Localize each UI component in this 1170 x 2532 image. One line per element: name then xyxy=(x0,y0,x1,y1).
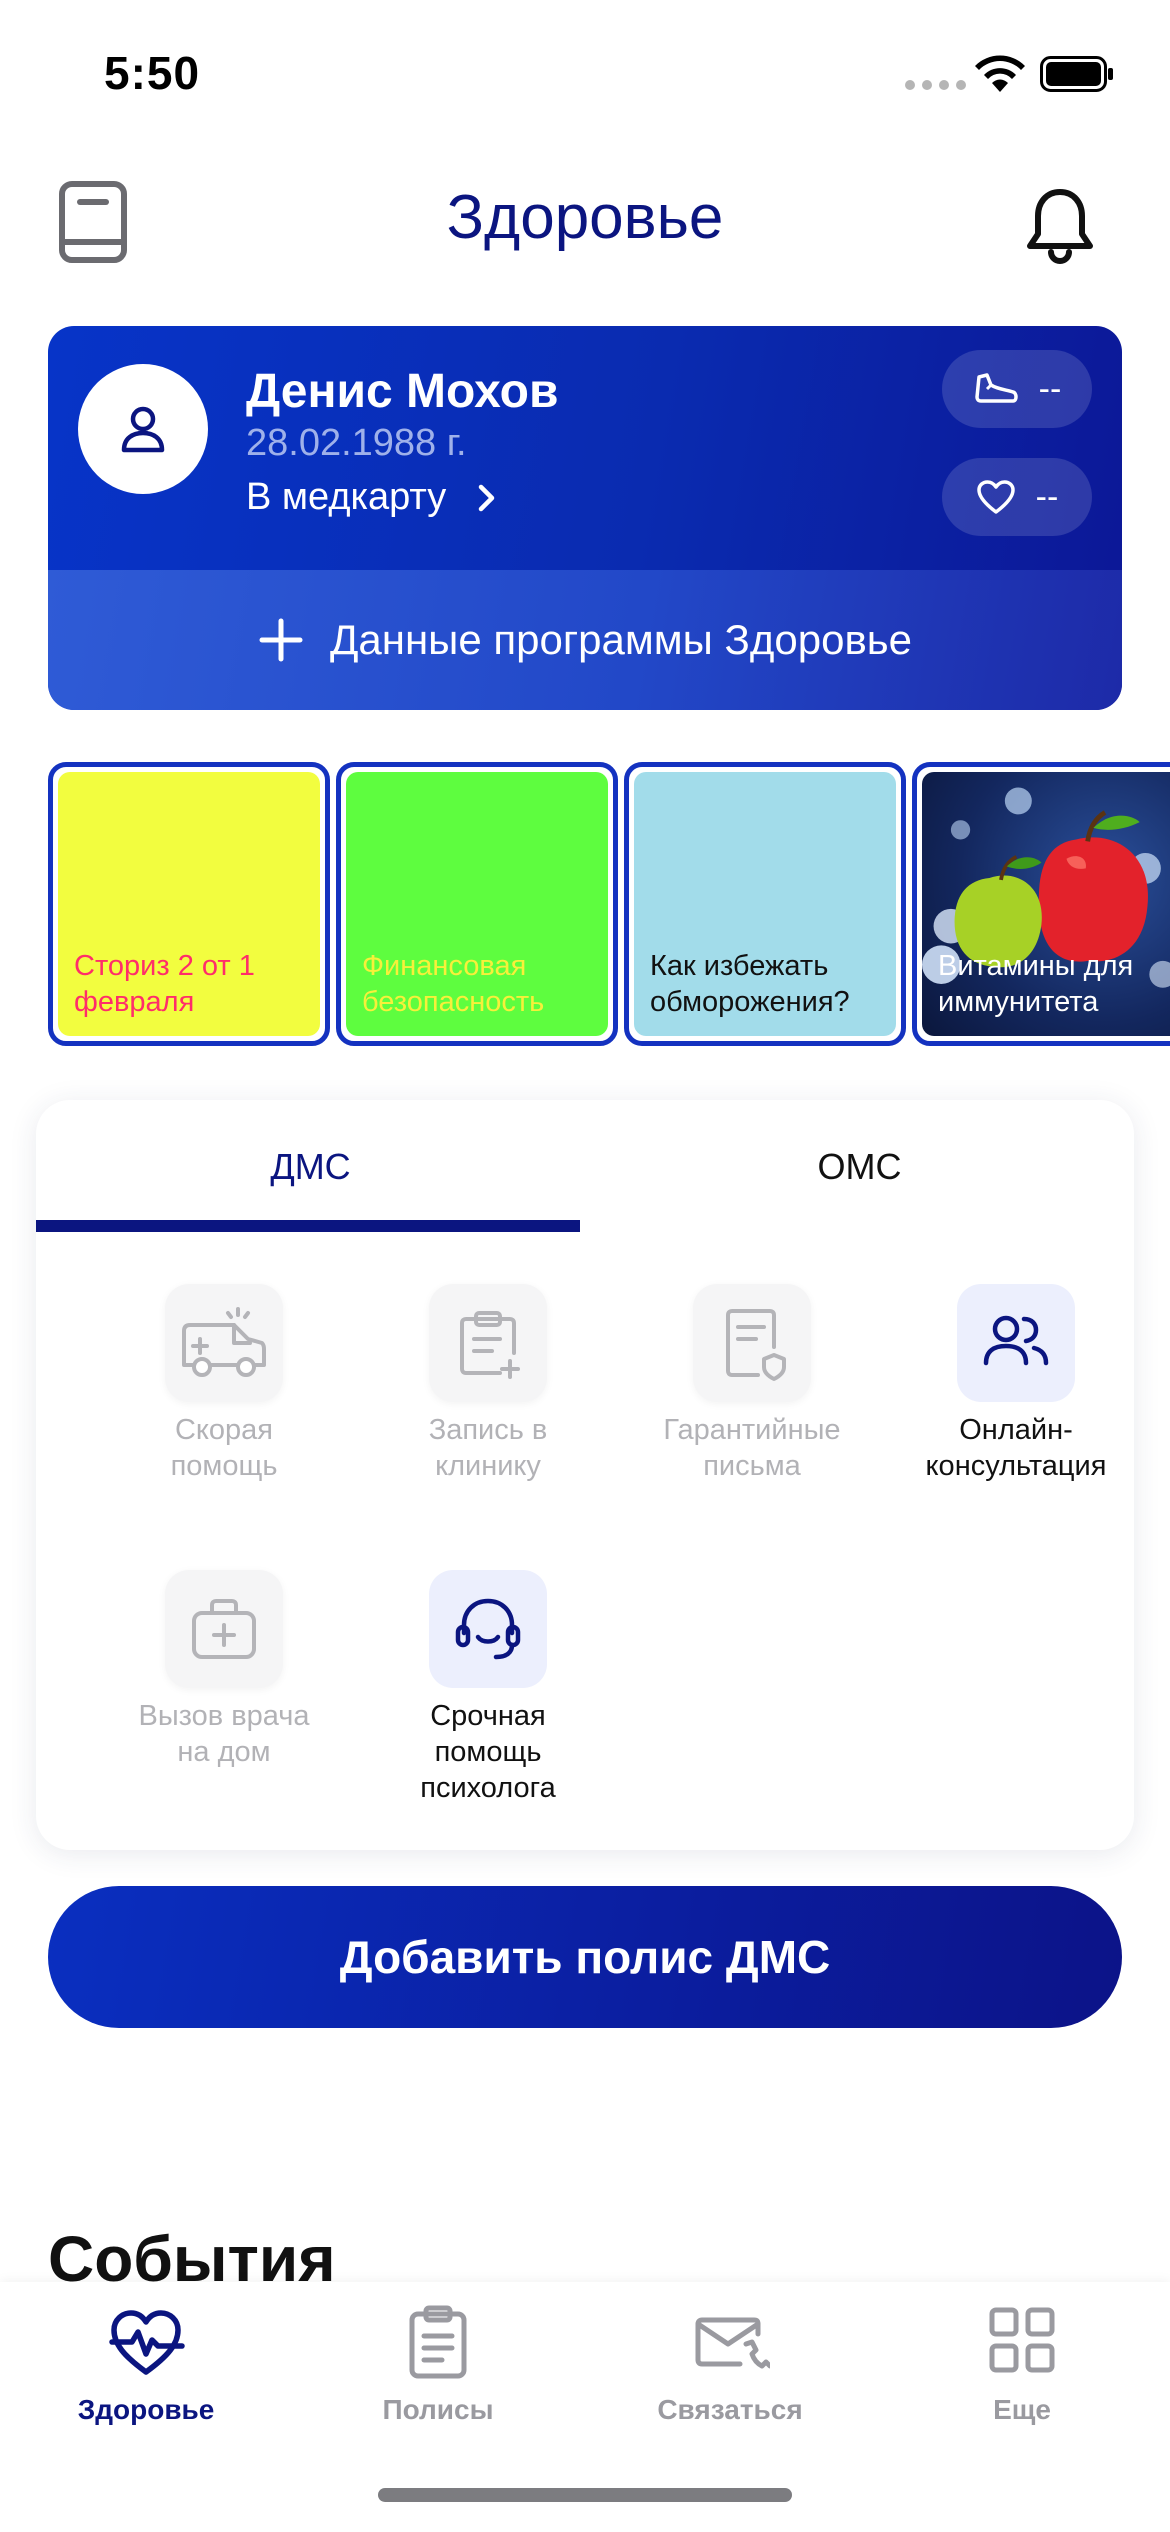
health-program-label: Данные программы Здоровье xyxy=(329,616,912,663)
profile-name: Денис Мохов xyxy=(246,365,559,418)
story-title: Как избежать обморожения? xyxy=(650,950,850,1018)
heart-icon xyxy=(976,480,1015,514)
users-icon xyxy=(983,1315,1049,1366)
tab-oms[interactable]: ОМС xyxy=(585,1100,1134,1234)
story-title: Финансовая безопасность xyxy=(362,950,545,1018)
nav-item-health[interactable]: Здоровье xyxy=(36,2304,256,2426)
story-card[interactable]: Финансовая безопасность xyxy=(336,762,618,1046)
nav-label: Связаться xyxy=(657,2394,803,2425)
story-card[interactable]: Как избежать обморожения? xyxy=(624,762,906,1046)
nav-label: Еще xyxy=(993,2394,1051,2425)
mail-phone-icon xyxy=(695,2317,770,2369)
medical-bag-icon xyxy=(192,1599,256,1659)
wifi-icon xyxy=(975,55,1025,92)
bell-icon[interactable] xyxy=(1024,186,1096,266)
status-bar: 5:50 xyxy=(0,0,1170,150)
nav-item-more[interactable]: Еще xyxy=(912,2304,1132,2426)
stories-carousel[interactable]: Сториз 2 от 1 февраля Финансовая безопас… xyxy=(48,762,1170,1046)
home-indicator xyxy=(378,2488,792,2502)
signal-icon xyxy=(905,80,966,90)
story-title: Сториз 2 от 1 февраля xyxy=(74,950,255,1018)
service-clinic-booking[interactable]: Запись в клинику xyxy=(356,1284,620,1484)
tab-dms[interactable]: ДМС xyxy=(36,1100,585,1234)
heart-pulse-icon xyxy=(109,2310,185,2375)
nav-item-policies[interactable]: Полисы xyxy=(328,2304,548,2426)
chevron-right-icon xyxy=(478,484,495,511)
document-shield-icon xyxy=(726,1309,786,1381)
service-label: Вызов врача на дом xyxy=(138,1700,310,1768)
app-header: Здоровье xyxy=(0,160,1170,280)
insurance-services-panel: ДМС ОМС Скорая помощь Запись в клинику Г… xyxy=(36,1100,1134,1850)
profile-birth-date: 28.02.1988 г. xyxy=(246,422,467,464)
sneaker-icon xyxy=(974,373,1018,403)
steps-value: -- xyxy=(1038,369,1062,408)
avatar[interactable] xyxy=(78,364,208,494)
nav-item-contact[interactable]: Связаться xyxy=(620,2304,840,2426)
profile-card: Денис Мохов 28.02.1988 г. В медкарту -- … xyxy=(48,326,1122,710)
service-psychologist-help[interactable]: Срочная помощь психолога xyxy=(356,1570,620,1806)
grid-icon xyxy=(989,2307,1055,2373)
service-ambulance[interactable]: Скорая помощь xyxy=(92,1284,356,1484)
medcard-link[interactable]: В медкарту xyxy=(246,476,498,519)
nav-label: Полисы xyxy=(382,2394,494,2425)
profile-summary: Денис Мохов 28.02.1988 г. В медкарту -- … xyxy=(48,326,1122,570)
ambulance-icon xyxy=(182,1307,266,1377)
service-label: Скорая помощь xyxy=(170,1414,278,1482)
health-program-button[interactable]: Данные программы Здоровье xyxy=(48,570,1122,710)
heart-metric[interactable]: -- xyxy=(942,458,1092,536)
user-icon xyxy=(121,406,165,453)
service-label: Запись в клинику xyxy=(428,1414,548,1482)
story-card[interactable]: Витамины для иммунитета xyxy=(912,762,1170,1046)
clipboard-plus-icon xyxy=(460,1311,520,1379)
story-title: Витамины для иммунитета xyxy=(938,950,1134,1018)
tab-indicator xyxy=(36,1220,580,1232)
heart-value: -- xyxy=(1035,477,1059,516)
battery-icon xyxy=(1040,56,1113,92)
story-card[interactable]: Сториз 2 от 1 февраля xyxy=(48,762,330,1046)
status-time: 5:50 xyxy=(104,47,201,99)
steps-metric[interactable]: -- xyxy=(942,350,1092,428)
page-title: Здоровье xyxy=(446,183,724,252)
headset-icon xyxy=(455,1598,521,1660)
service-guarantee-letters[interactable]: Гарантийные письма xyxy=(620,1284,884,1484)
plus-icon xyxy=(259,618,303,662)
medcard-link-label: В медкарту xyxy=(246,476,447,518)
service-doctor-home-visit[interactable]: Вызов врача на дом xyxy=(92,1570,356,1770)
service-online-consultation[interactable]: Онлайн-консультация xyxy=(884,1284,1148,1484)
service-label: Онлайн-консультация xyxy=(925,1414,1107,1482)
service-label: Гарантийные письма xyxy=(663,1414,841,1482)
add-dms-policy-button[interactable]: Добавить полис ДМС xyxy=(48,1886,1122,2028)
clipboard-icon xyxy=(409,2305,467,2379)
nav-label: Здоровье xyxy=(77,2394,215,2425)
insurance-tabs: ДМС ОМС xyxy=(36,1100,1134,1234)
service-label: Срочная помощь психолога xyxy=(420,1700,556,1804)
